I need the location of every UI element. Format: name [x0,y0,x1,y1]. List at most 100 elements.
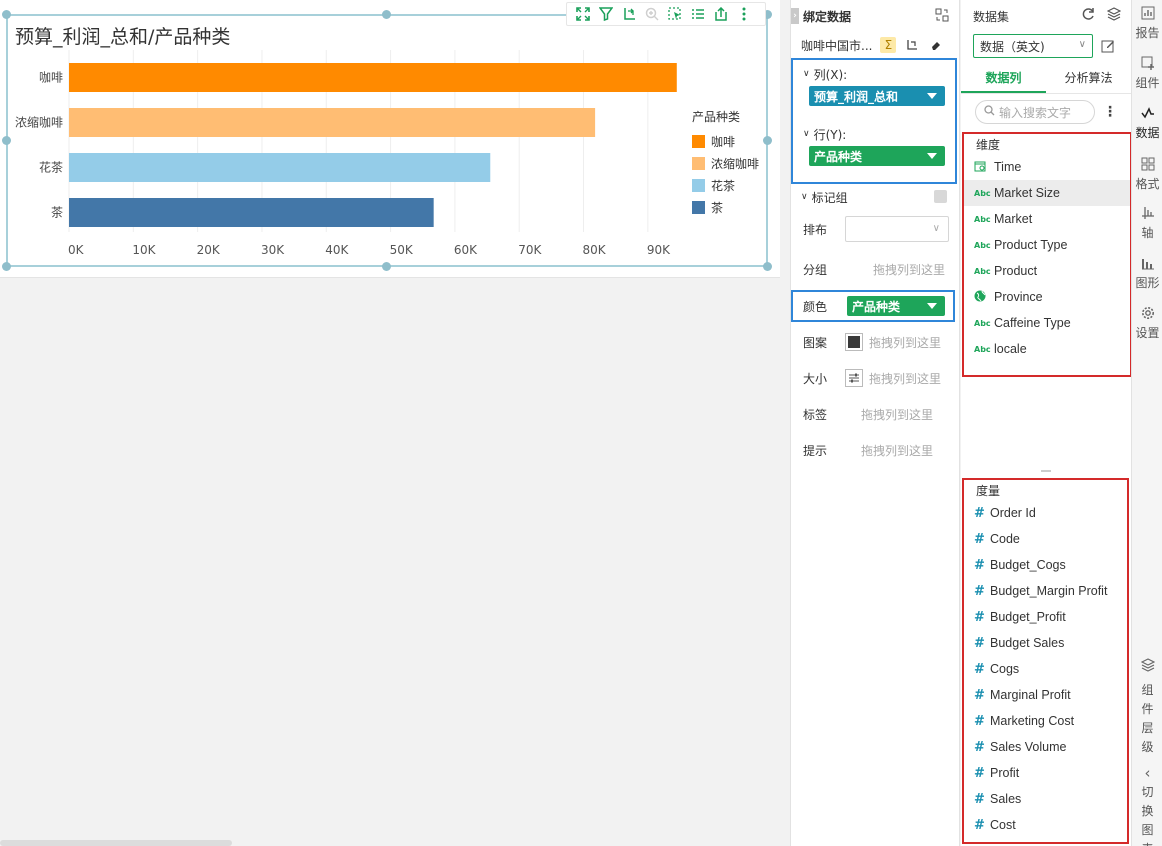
rail-data[interactable]: 数据 [1132,106,1162,141]
measure-field[interactable]: # Marketing Cost [964,708,1127,734]
numeric-field-icon: # [974,557,985,573]
select-icon[interactable] [663,3,686,25]
measure-field[interactable]: # Budget Sales [964,630,1127,656]
color-field-pill[interactable]: 产品种类 [847,296,945,316]
dataset-layers-icon[interactable] [1106,7,1122,25]
collapse-panel-icon[interactable]: › [791,8,799,24]
rail-switch-icon-wrap[interactable]: ‹ [1132,764,1162,782]
x-tick-label: 60K [454,243,478,257]
tab-analysis[interactable]: 分析算法 [1046,66,1131,93]
y-category-label: 浓缩咖啡 [15,115,63,130]
dimension-field[interactable]: Abc Market [964,206,1130,232]
resize-handle[interactable] [382,10,391,19]
numeric-field-icon: # [974,817,985,833]
text-field-icon: Abc [974,318,991,328]
bar[interactable] [69,108,596,137]
axis-swap-icon[interactable] [904,37,920,53]
bar[interactable] [69,63,677,92]
refresh-icon[interactable] [1081,7,1095,25]
rail-format[interactable]: 格式 [1132,157,1162,192]
pattern-drop-zone[interactable]: 拖拽列到这里 [869,334,941,351]
rail-switch-chart-label[interactable]: 切换图表 [1132,784,1162,846]
resize-handle[interactable] [382,262,391,271]
axis-icon [1132,206,1162,224]
caret-down-icon[interactable] [927,93,937,99]
color-row: 颜色 产品种类 [791,291,959,321]
data-source-name[interactable]: 咖啡中国市... [801,37,872,54]
more-icon[interactable] [732,3,755,25]
field-label: locale [994,342,1027,356]
pattern-swatch-icon[interactable] [845,333,863,351]
rail-shape[interactable]: 图形 [1132,256,1162,291]
caret-down-icon[interactable] [927,153,937,159]
chart-card[interactable]: 预算_利润_总和/产品种类 0K 10K 20K 30K 40K 50K 60K… [0,0,780,278]
measure-field[interactable]: # Budget_Cogs [964,552,1127,578]
size-drop-zone[interactable]: 拖拽列到这里 [869,370,941,387]
group-row: 分组 拖拽列到这里 [803,261,946,278]
dataset-select[interactable]: 数据（英文) ∨ [973,34,1093,58]
eraser-icon[interactable] [928,37,944,53]
rows-field-pill[interactable]: 产品种类 [809,146,945,166]
dataset-panel: 数据集 数据（英文) ∨ 数据列 分析算法 输入搜索文字 ⋮ 维度 Time A… [961,0,1132,846]
measure-field[interactable]: # Sales [964,786,1127,812]
dimension-field[interactable]: Abc Caffeine Type [964,310,1130,336]
rail-axis[interactable]: 轴 [1132,206,1162,241]
export-icon[interactable] [709,3,732,25]
zoom-icon[interactable] [640,3,663,25]
label-drop-zone[interactable]: 拖拽列到这里 [861,406,933,423]
mark-group-header[interactable]: ∨ 标记组 [791,186,959,208]
tab-data-columns[interactable]: 数据列 [961,66,1046,93]
measure-field[interactable]: # Budget_Profit [964,604,1127,630]
legend-item[interactable]: 茶 [692,196,759,218]
dimension-field[interactable]: Abc locale [964,336,1130,362]
legend-item[interactable]: 咖啡 [692,130,759,152]
legend-item[interactable]: 浓缩咖啡 [692,152,759,174]
filter-icon[interactable] [594,3,617,25]
resize-handle[interactable] [763,262,772,271]
edit-icon[interactable] [1099,37,1117,55]
mark-settings-icon[interactable] [934,190,947,203]
list-icon[interactable] [686,3,709,25]
dimension-field[interactable]: Abc Product Type [964,232,1130,258]
resize-handle[interactable] [2,262,11,271]
size-slider-icon[interactable] [845,369,863,387]
rail-vertical-char: 切 [1141,785,1154,799]
measure-field[interactable]: # Cost [964,812,1127,838]
dimension-field[interactable]: Time [964,154,1130,180]
layout-select[interactable]: ∨ [845,216,949,242]
group-drop-zone[interactable]: 拖拽列到这里 [873,261,945,278]
tooltip-drop-zone[interactable]: 拖拽列到这里 [861,442,933,459]
measure-field[interactable]: # Marginal Profit [964,682,1127,708]
resize-handle[interactable] [763,136,772,145]
dimension-field[interactable]: Abc Market Size [964,180,1130,206]
x-tick-label: 90K [647,243,671,257]
measure-field[interactable]: # Code [964,526,1127,552]
caret-down-icon[interactable] [927,303,937,309]
measure-field[interactable]: # Cogs [964,656,1127,682]
resize-handle[interactable] [2,10,11,19]
legend-item[interactable]: 花茶 [692,174,759,196]
expand-icon[interactable] [571,3,594,25]
measure-field[interactable]: # Profit [964,760,1127,786]
rail-report[interactable]: 报告 [1132,6,1162,41]
more-options-icon[interactable]: ⋮ [1103,104,1117,120]
bar[interactable] [69,198,434,227]
rail-settings[interactable]: 设置 [1132,306,1162,341]
horizontal-scrollbar[interactable] [0,840,232,846]
rail-layers-icon-wrap[interactable] [1132,658,1162,676]
rail-component[interactable]: 组件 [1132,56,1162,91]
rail-layers-label[interactable]: 组件层级 [1132,682,1162,758]
measure-field[interactable]: # Order Id [964,500,1127,526]
panel-split-handle[interactable] [1041,470,1051,472]
sum-icon[interactable]: Σ [880,37,897,53]
field-search-input[interactable]: 输入搜索文字 [975,100,1095,124]
columns-field-pill[interactable]: 预算_利润_总和 [809,86,945,106]
measure-field[interactable]: # Sales Volume [964,734,1127,760]
swap-axes-icon[interactable] [617,3,640,25]
measure-field[interactable]: # Budget_Margin Profit [964,578,1127,604]
dimension-field[interactable]: Abc Product [964,258,1130,284]
swap-binding-icon[interactable] [935,8,949,26]
field-label: Budget_Profit [990,610,1066,624]
dimension-field[interactable]: Province [964,284,1130,310]
bar[interactable] [69,153,491,182]
